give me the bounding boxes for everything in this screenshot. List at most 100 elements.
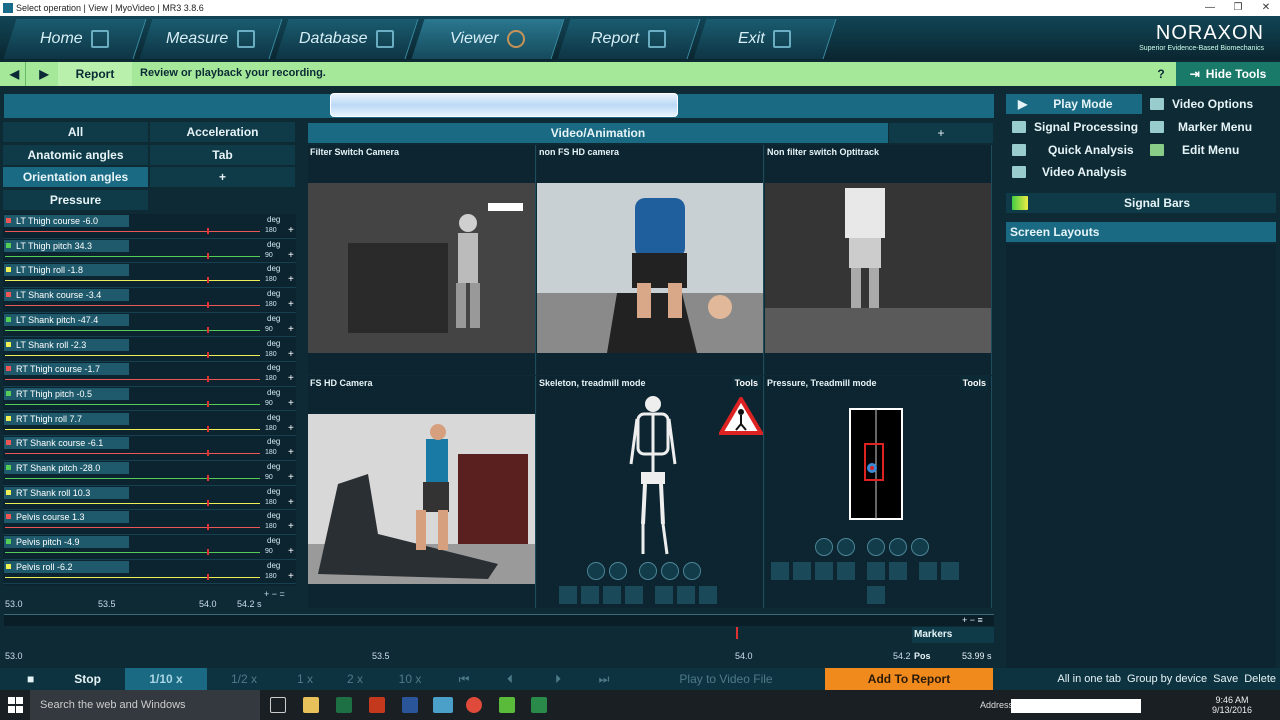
help-button[interactable]: ? — [1150, 62, 1172, 86]
pose-front-icon[interactable] — [559, 586, 577, 604]
tab-all[interactable]: All — [3, 122, 148, 142]
channel-expand-button[interactable]: + — [288, 546, 294, 557]
footprint-icon[interactable] — [889, 562, 907, 580]
channel-expand-button[interactable]: + — [288, 497, 294, 508]
windows-start-icon[interactable] — [8, 697, 24, 713]
channel-expand-button[interactable]: + — [288, 373, 294, 384]
skeleton-tools-button[interactable]: Tools — [731, 376, 761, 390]
channel-expand-button[interactable]: + — [288, 299, 294, 310]
close-button[interactable]: ✕ — [1252, 0, 1280, 16]
tab-orientation-angles[interactable]: Orientation angles — [3, 167, 148, 187]
pose-front-icon[interactable] — [771, 562, 789, 580]
report-button[interactable]: Report — [58, 62, 132, 86]
pressure-cell[interactable]: Pressure, Treadmill mode Tools — [765, 376, 992, 608]
channel-row[interactable]: RT Shank roll 10.3 deg 180 + — [3, 486, 296, 511]
zoom-out-icon[interactable] — [683, 562, 701, 580]
tab-measure[interactable]: Measure — [139, 19, 283, 59]
tab-exit[interactable]: Exit — [693, 19, 837, 59]
channel-row[interactable]: RT Thigh pitch -0.5 deg 90 + — [3, 387, 296, 412]
speed-1-2x-button[interactable]: 1/2 x — [208, 668, 280, 690]
rotate-icon[interactable] — [815, 538, 833, 556]
timeline-cursor[interactable] — [736, 627, 738, 639]
channel-expand-button[interactable]: + — [288, 250, 294, 261]
foot-icon[interactable] — [941, 562, 959, 580]
footprint-pair-icon[interactable] — [867, 586, 885, 604]
channel-expand-button[interactable]: + — [288, 521, 294, 532]
word-icon[interactable] — [402, 697, 418, 713]
channel-row[interactable]: RT Thigh course -1.7 deg 180 + — [3, 362, 296, 387]
channel-expand-button[interactable]: + — [288, 274, 294, 285]
channel-row[interactable]: RT Thigh roll 7.7 deg 180 + — [3, 412, 296, 437]
channel-row[interactable]: RT Shank course -6.1 deg 180 + — [3, 436, 296, 461]
channel-expand-button[interactable]: + — [288, 324, 294, 335]
channel-expand-button[interactable]: + — [288, 225, 294, 236]
add-tab-button[interactable]: + — [150, 167, 295, 187]
step-back-icon[interactable]: ⏴ — [490, 668, 530, 690]
grid-icon[interactable] — [677, 586, 695, 604]
pose-top-icon[interactable] — [837, 562, 855, 580]
tab-anatomic-angles[interactable]: Anatomic angles — [3, 145, 148, 165]
app-green-icon[interactable] — [499, 697, 515, 713]
tab-pressure[interactable]: Pressure — [3, 190, 148, 210]
speed-1x-button[interactable]: 1 x — [280, 668, 330, 690]
signal-bars-button[interactable]: Signal Bars — [1006, 193, 1276, 213]
channel-row[interactable]: LT Shank course -3.4 deg 180 + — [3, 288, 296, 313]
timeline-zoom-controls[interactable]: + − ≡ — [962, 615, 983, 625]
all-in-one-tab-button[interactable]: All in one tab — [1057, 673, 1121, 685]
zoom-reset-icon[interactable] — [639, 562, 657, 580]
quick-analysis-button[interactable]: Quick Analysis — [1006, 140, 1142, 160]
pose-top-icon[interactable] — [625, 586, 643, 604]
maximize-button[interactable]: ❐ — [1224, 0, 1252, 16]
app-c-icon[interactable] — [531, 697, 547, 713]
hide-tools-button[interactable]: ⇥ Hide Tools — [1176, 62, 1280, 86]
channel-row[interactable]: Pelvis course 1.3 deg 180 + — [3, 510, 296, 535]
line-icon[interactable] — [919, 562, 937, 580]
channel-row[interactable]: LT Shank pitch -47.4 deg 90 + — [3, 313, 296, 338]
channel-row[interactable]: LT Thigh course -6.0 deg 180 + — [3, 214, 296, 239]
channel-expand-button[interactable]: + — [288, 472, 294, 483]
pan-icon[interactable] — [609, 562, 627, 580]
video-cell-fs-hd[interactable]: FS HD Camera — [308, 376, 536, 608]
left-zoom-controls[interactable]: + − = — [264, 589, 285, 599]
pose-back-icon[interactable] — [815, 562, 833, 580]
pan-icon[interactable] — [837, 538, 855, 556]
zoom-reset-icon[interactable] — [867, 538, 885, 556]
play-to-video-file-button[interactable]: Play to Video File — [630, 668, 822, 690]
task-view-icon[interactable] — [270, 697, 286, 713]
skeleton-cell[interactable]: Skeleton, treadmill mode Tools — [537, 376, 764, 608]
video-cell-filter-switch[interactable]: Filter Switch Camera — [308, 145, 536, 375]
channel-row[interactable]: RT Shank pitch -28.0 deg 90 + — [3, 461, 296, 486]
play-mode-button[interactable]: ▶ Play Mode — [1006, 94, 1142, 114]
marker-menu-button[interactable]: Marker Menu — [1144, 117, 1276, 137]
markers-label[interactable]: Markers — [912, 627, 994, 643]
channel-expand-button[interactable]: + — [288, 349, 294, 360]
tab-tab[interactable]: Tab — [150, 145, 295, 165]
counter-icon[interactable] — [867, 562, 885, 580]
timeline-scrubber[interactable] — [4, 614, 994, 626]
channel-row[interactable]: LT Thigh pitch 34.3 deg 90 + — [3, 239, 296, 264]
speed-2x-button[interactable]: 2 x — [330, 668, 380, 690]
save-button[interactable]: Save — [1213, 673, 1238, 685]
collapse-left-button[interactable]: ◀ — [4, 62, 26, 86]
edit-menu-button[interactable]: Edit Menu — [1144, 140, 1276, 160]
video-cell-optitrack[interactable]: Non filter switch Optitrack — [765, 145, 992, 375]
skip-end-icon[interactable]: ⏭ — [584, 668, 624, 690]
powerpoint-icon[interactable] — [369, 697, 385, 713]
speed-10x-button[interactable]: 10 x — [380, 668, 440, 690]
speed-1-10x-button[interactable]: 1/10 x — [125, 668, 207, 690]
minimize-button[interactable]: — — [1196, 0, 1224, 16]
tab-acceleration[interactable]: Acceleration — [150, 122, 295, 142]
skip-start-icon[interactable]: ⏮ — [444, 668, 484, 690]
floor-icon[interactable] — [655, 586, 673, 604]
zoom-in-icon[interactable] — [661, 562, 679, 580]
taskbar-search[interactable]: Search the web and Windows — [30, 690, 260, 720]
path-icon[interactable] — [699, 586, 717, 604]
channel-expand-button[interactable]: + — [288, 571, 294, 582]
pose-side-icon[interactable] — [793, 562, 811, 580]
screen-layouts-header[interactable]: Screen Layouts — [1006, 222, 1276, 242]
myovideo-icon[interactable] — [433, 697, 453, 713]
channel-row[interactable]: Pelvis pitch -4.9 deg 90 + — [3, 535, 296, 560]
add-to-report-button[interactable]: Add To Report — [825, 668, 993, 690]
pose-side-icon[interactable] — [581, 586, 599, 604]
video-analysis-button[interactable]: Video Analysis — [1006, 162, 1142, 182]
